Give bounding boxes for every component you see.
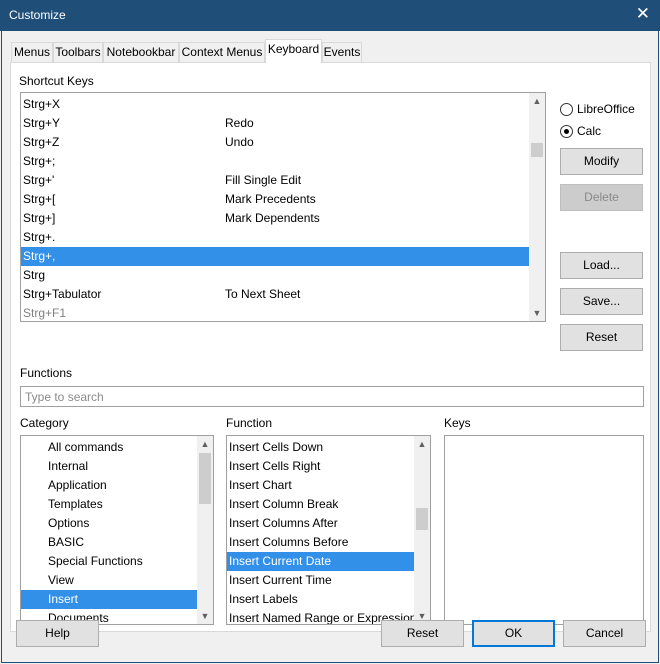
shortcut-keys-list[interactable]: Strg+X Strg+Y Redo Strg+Z Undo Strg+; Strg… — [20, 92, 546, 322]
radio-circle — [560, 103, 573, 116]
tab-notebookbar[interactable]: Notebookbar — [103, 42, 179, 62]
shortcut-key: Strg+' — [23, 173, 55, 187]
shortcut-row[interactable]: Strg+Tabulator To Next Sheet — [21, 285, 529, 304]
shortcut-row[interactable]: Strg+Z Undo — [21, 133, 529, 152]
function-item-selected[interactable]: Insert Current Date — [227, 552, 414, 571]
shortcut-keys-scrollbar[interactable]: ▲ ▼ — [529, 93, 545, 321]
function-item[interactable]: Insert Columns After — [227, 514, 414, 533]
scroll-thumb[interactable] — [416, 508, 428, 530]
shortcut-command: Undo — [225, 135, 254, 149]
category-label: Category — [20, 416, 69, 430]
tab-keyboard[interactable]: Keyboard — [265, 39, 322, 63]
libreoffice-radio-label: LibreOffice — [577, 102, 635, 116]
search-input[interactable] — [21, 387, 643, 406]
function-item[interactable]: Insert Chart — [227, 476, 414, 495]
shortcut-key: Strg+. — [23, 230, 56, 244]
shortcut-key: Strg+] — [23, 211, 56, 225]
chevron-up-icon[interactable]: ▲ — [529, 93, 545, 109]
function-scrollbar[interactable]: ▲ ▼ — [414, 436, 430, 624]
calc-radio[interactable]: Calc — [560, 124, 650, 140]
shortcut-row-selected[interactable]: Strg+, — [21, 247, 529, 266]
reset-keys-button[interactable]: Reset — [560, 324, 643, 351]
category-item[interactable]: All commands — [21, 438, 197, 457]
function-item[interactable]: Insert Cells Right — [227, 457, 414, 476]
shortcut-key: Strg+X — [23, 97, 61, 111]
close-icon[interactable]: ✕ — [636, 4, 650, 24]
shortcut-key: Strg+Tabulator — [23, 287, 102, 301]
shortcut-row[interactable]: Strg+[ Mark Precedents — [21, 190, 529, 209]
function-item[interactable]: Insert Columns Before — [227, 533, 414, 552]
function-label: Function — [226, 416, 273, 430]
shortcut-key: Strg+Z — [23, 135, 60, 149]
shortcut-row[interactable]: Strg+X — [21, 95, 529, 114]
shortcut-row[interactable]: Strg+Y Redo — [21, 114, 529, 133]
function-item[interactable]: Insert Column Break — [227, 495, 414, 514]
shortcut-key: Strg+, — [23, 249, 56, 263]
title-bar: Customize ✕ — [0, 0, 660, 31]
category-item-selected[interactable]: Insert — [21, 590, 197, 609]
category-item[interactable]: Special Functions — [21, 552, 197, 571]
dialog-body: Menus Toolbars Notebookbar Context Menus… — [1, 31, 659, 663]
tab-toolbars[interactable]: Toolbars — [53, 42, 103, 62]
shortcut-key: Strg+Y — [23, 116, 61, 130]
scroll-thumb[interactable] — [531, 143, 543, 157]
category-item[interactable]: Application — [21, 476, 197, 495]
category-item[interactable]: Templates — [21, 495, 197, 514]
shortcut-key: Strg — [23, 268, 46, 282]
function-item[interactable]: Insert Labels — [227, 590, 414, 609]
tab-events[interactable]: Events — [322, 42, 362, 62]
keyboard-panel: Shortcut Keys Strg+X Strg+Y Redo Strg+Z Un… — [10, 62, 651, 632]
window-title: Customize — [9, 8, 66, 22]
scroll-thumb[interactable] — [199, 453, 211, 504]
save-button[interactable]: Save... — [560, 288, 643, 315]
shortcut-row[interactable]: Strg+' Fill Single Edit — [21, 171, 529, 190]
category-item[interactable]: Options — [21, 514, 197, 533]
shortcut-row[interactable]: Strg+. — [21, 228, 529, 247]
category-item[interactable]: Internal — [21, 457, 197, 476]
keys-list[interactable] — [444, 435, 644, 625]
delete-button[interactable]: Delete — [560, 184, 643, 211]
calc-radio-label: Calc — [577, 124, 602, 138]
function-list[interactable]: Insert Cells Down Insert Cells Right Ins… — [226, 435, 431, 625]
functions-label: Functions — [20, 366, 73, 380]
function-item[interactable]: Insert Cells Down — [227, 438, 414, 457]
shortcut-key: Strg+F1 — [23, 306, 67, 320]
radio-circle — [560, 125, 573, 138]
shortcut-command: Redo — [225, 116, 254, 130]
shortcut-key: Strg+; — [23, 154, 56, 168]
radio-dot — [564, 129, 569, 134]
load-button[interactable]: Load... — [560, 252, 643, 279]
reset-button[interactable]: Reset — [381, 620, 464, 647]
help-button[interactable]: Help — [16, 620, 99, 647]
chevron-down-icon[interactable]: ▼ — [197, 608, 213, 624]
tab-context-menus[interactable]: Context Menus — [179, 42, 265, 62]
shortcut-key: Strg+[ — [23, 192, 56, 206]
tab-menus[interactable]: Menus — [11, 42, 53, 62]
chevron-up-icon[interactable]: ▲ — [414, 436, 430, 452]
ok-button[interactable]: OK — [472, 620, 555, 647]
chevron-down-icon[interactable]: ▼ — [529, 305, 545, 321]
shortcut-keys-label: Shortcut Keys — [19, 74, 94, 88]
category-item[interactable]: View — [21, 571, 197, 590]
shortcut-command: Fill Single Edit — [225, 173, 302, 187]
keys-label: Keys — [444, 416, 471, 430]
category-scrollbar[interactable]: ▲ ▼ — [197, 436, 213, 624]
category-list[interactable]: All commands Internal Application Templa… — [20, 435, 214, 625]
function-item[interactable]: Insert Current Time — [227, 571, 414, 590]
chevron-up-icon[interactable]: ▲ — [197, 436, 213, 452]
shortcut-row[interactable]: Strg+; — [21, 152, 529, 171]
shortcut-row[interactable]: Strg+F1 — [21, 304, 529, 321]
shortcut-row[interactable]: Strg+] Mark Dependents — [21, 209, 529, 228]
shortcut-command: Mark Precedents — [225, 192, 316, 206]
category-item[interactable]: BASIC — [21, 533, 197, 552]
shortcut-row[interactable]: Strg — [21, 266, 529, 285]
modify-button[interactable]: Modify — [560, 148, 643, 175]
shortcut-command: To Next Sheet — [225, 287, 301, 301]
function-search[interactable] — [20, 386, 644, 407]
libreoffice-radio[interactable]: LibreOffice — [560, 102, 650, 118]
cancel-button[interactable]: Cancel — [563, 620, 646, 647]
shortcut-command: Mark Dependents — [225, 211, 320, 225]
